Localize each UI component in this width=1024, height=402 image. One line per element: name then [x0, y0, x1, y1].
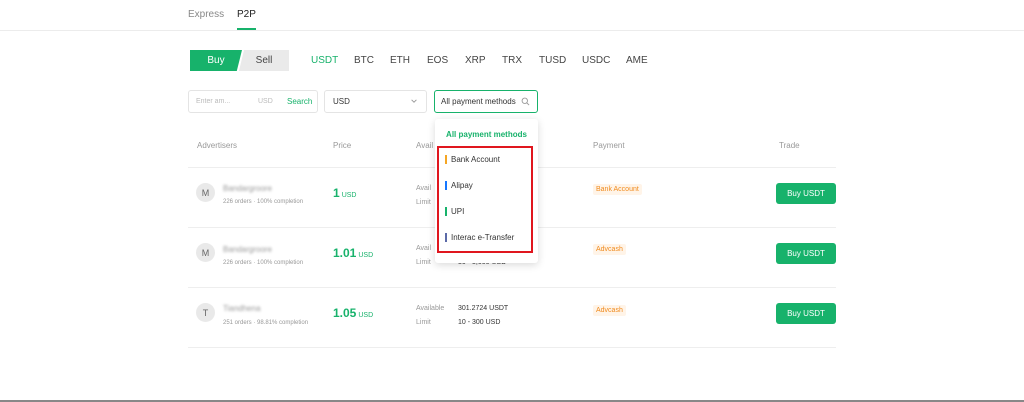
- dropdown-item-label: UPI: [451, 207, 465, 216]
- tab-p2p[interactable]: P2P: [237, 9, 256, 20]
- advertiser-name[interactable]: Tiandhena: [223, 304, 261, 313]
- coin-tab-trx[interactable]: TRX: [502, 55, 522, 66]
- avatar: M: [196, 243, 215, 262]
- price-currency: USD: [341, 192, 357, 199]
- payment-methods-dropdown: All payment methods Bank Account Alipay …: [435, 119, 538, 263]
- avatar: M: [196, 183, 215, 202]
- buy-usdt-button[interactable]: Buy USDT: [776, 303, 836, 324]
- amount-input[interactable]: Enter am... USD Search: [188, 90, 318, 113]
- header-price: Price: [333, 141, 352, 150]
- coin-tab-usdc[interactable]: USDC: [582, 55, 610, 66]
- sell-button[interactable]: Sell: [239, 50, 289, 71]
- available-value: 301.2724 USDT: [458, 305, 509, 312]
- price-value: 1.01 USD: [333, 246, 373, 260]
- active-tab-indicator: [237, 28, 256, 30]
- dropdown-item-interac[interactable]: Interac e-Transfer: [445, 233, 514, 242]
- advertiser-name[interactable]: Bandargroore: [223, 245, 272, 254]
- top-tabs-bar: Express P2P: [0, 0, 1024, 31]
- advertiser-stats: 226 orders · 100% completion: [223, 260, 304, 266]
- coin-tab-btc[interactable]: BTC: [354, 55, 374, 66]
- search-icon: [521, 97, 530, 106]
- payment-color-bar: [445, 233, 447, 242]
- limit-value: 10 - 300 USD: [458, 319, 501, 326]
- price-number: 1.01: [333, 246, 357, 260]
- price-value: 1 USD: [333, 186, 356, 200]
- header-available: Avail: [416, 141, 434, 150]
- limit-label: Limit: [416, 199, 431, 206]
- buy-button[interactable]: Buy: [190, 50, 242, 71]
- price-number: 1: [333, 186, 340, 200]
- dropdown-item-all[interactable]: All payment methods: [435, 130, 538, 139]
- advertiser-stats: 251 orders · 98.81% completion: [223, 320, 309, 326]
- coin-tab-eos[interactable]: EOS: [427, 55, 448, 66]
- payment-method-select[interactable]: All payment methods: [434, 90, 538, 113]
- payment-badge: Bank Account: [593, 184, 642, 195]
- payment-badge: Advcash: [593, 305, 626, 316]
- buy-usdt-button[interactable]: Buy USDT: [776, 243, 836, 264]
- limit-label: Limit: [416, 319, 431, 326]
- buy-usdt-button[interactable]: Buy USDT: [776, 183, 836, 204]
- dropdown-item-bank-account[interactable]: Bank Account: [445, 155, 500, 164]
- available-label: Avail: [416, 185, 432, 192]
- header-trade: Trade: [779, 141, 800, 150]
- payment-badge: Advcash: [593, 244, 626, 255]
- chevron-down-icon: [411, 99, 417, 103]
- available-label: Available: [416, 305, 445, 312]
- payment-color-bar: [445, 155, 447, 164]
- row-divider: [188, 287, 836, 288]
- dropdown-item-alipay[interactable]: Alipay: [445, 181, 473, 190]
- currency-value: USD: [333, 97, 350, 106]
- coin-tab-usdt[interactable]: USDT: [311, 55, 338, 66]
- available-label: Avail: [416, 245, 432, 252]
- tab-express[interactable]: Express: [188, 9, 224, 20]
- coin-tab-ame[interactable]: AME: [626, 55, 648, 66]
- limit-label: Limit: [416, 259, 431, 266]
- coin-tab-eth[interactable]: ETH: [390, 55, 410, 66]
- coin-tab-xrp[interactable]: XRP: [465, 55, 486, 66]
- price-number: 1.05: [333, 306, 357, 320]
- advertiser-stats: 226 orders · 100% completion: [223, 199, 304, 205]
- header-payment: Payment: [593, 141, 625, 150]
- payment-color-bar: [445, 207, 447, 216]
- price-value: 1.05 USD: [333, 306, 373, 320]
- price-currency: USD: [358, 312, 374, 319]
- avatar: T: [196, 303, 215, 322]
- row-divider: [188, 347, 836, 348]
- currency-select[interactable]: USD: [324, 90, 427, 113]
- payment-color-bar: [445, 181, 447, 190]
- dropdown-item-label: Interac e-Transfer: [451, 233, 515, 242]
- advertiser-name[interactable]: Bandargroore: [223, 184, 272, 193]
- dropdown-item-upi[interactable]: UPI: [445, 207, 464, 216]
- search-button[interactable]: Search: [287, 97, 312, 106]
- payment-method-value: All payment methods: [441, 97, 516, 106]
- coin-tab-tusd[interactable]: TUSD: [539, 55, 566, 66]
- buy-sell-toggle: Buy Sell: [190, 50, 289, 71]
- amount-unit: USD: [258, 98, 273, 105]
- amount-placeholder: Enter am...: [196, 98, 231, 105]
- header-advertisers: Advertisers: [197, 141, 238, 150]
- dropdown-item-label: Alipay: [451, 181, 473, 190]
- dropdown-item-label: Bank Account: [451, 155, 500, 164]
- price-currency: USD: [358, 252, 374, 259]
